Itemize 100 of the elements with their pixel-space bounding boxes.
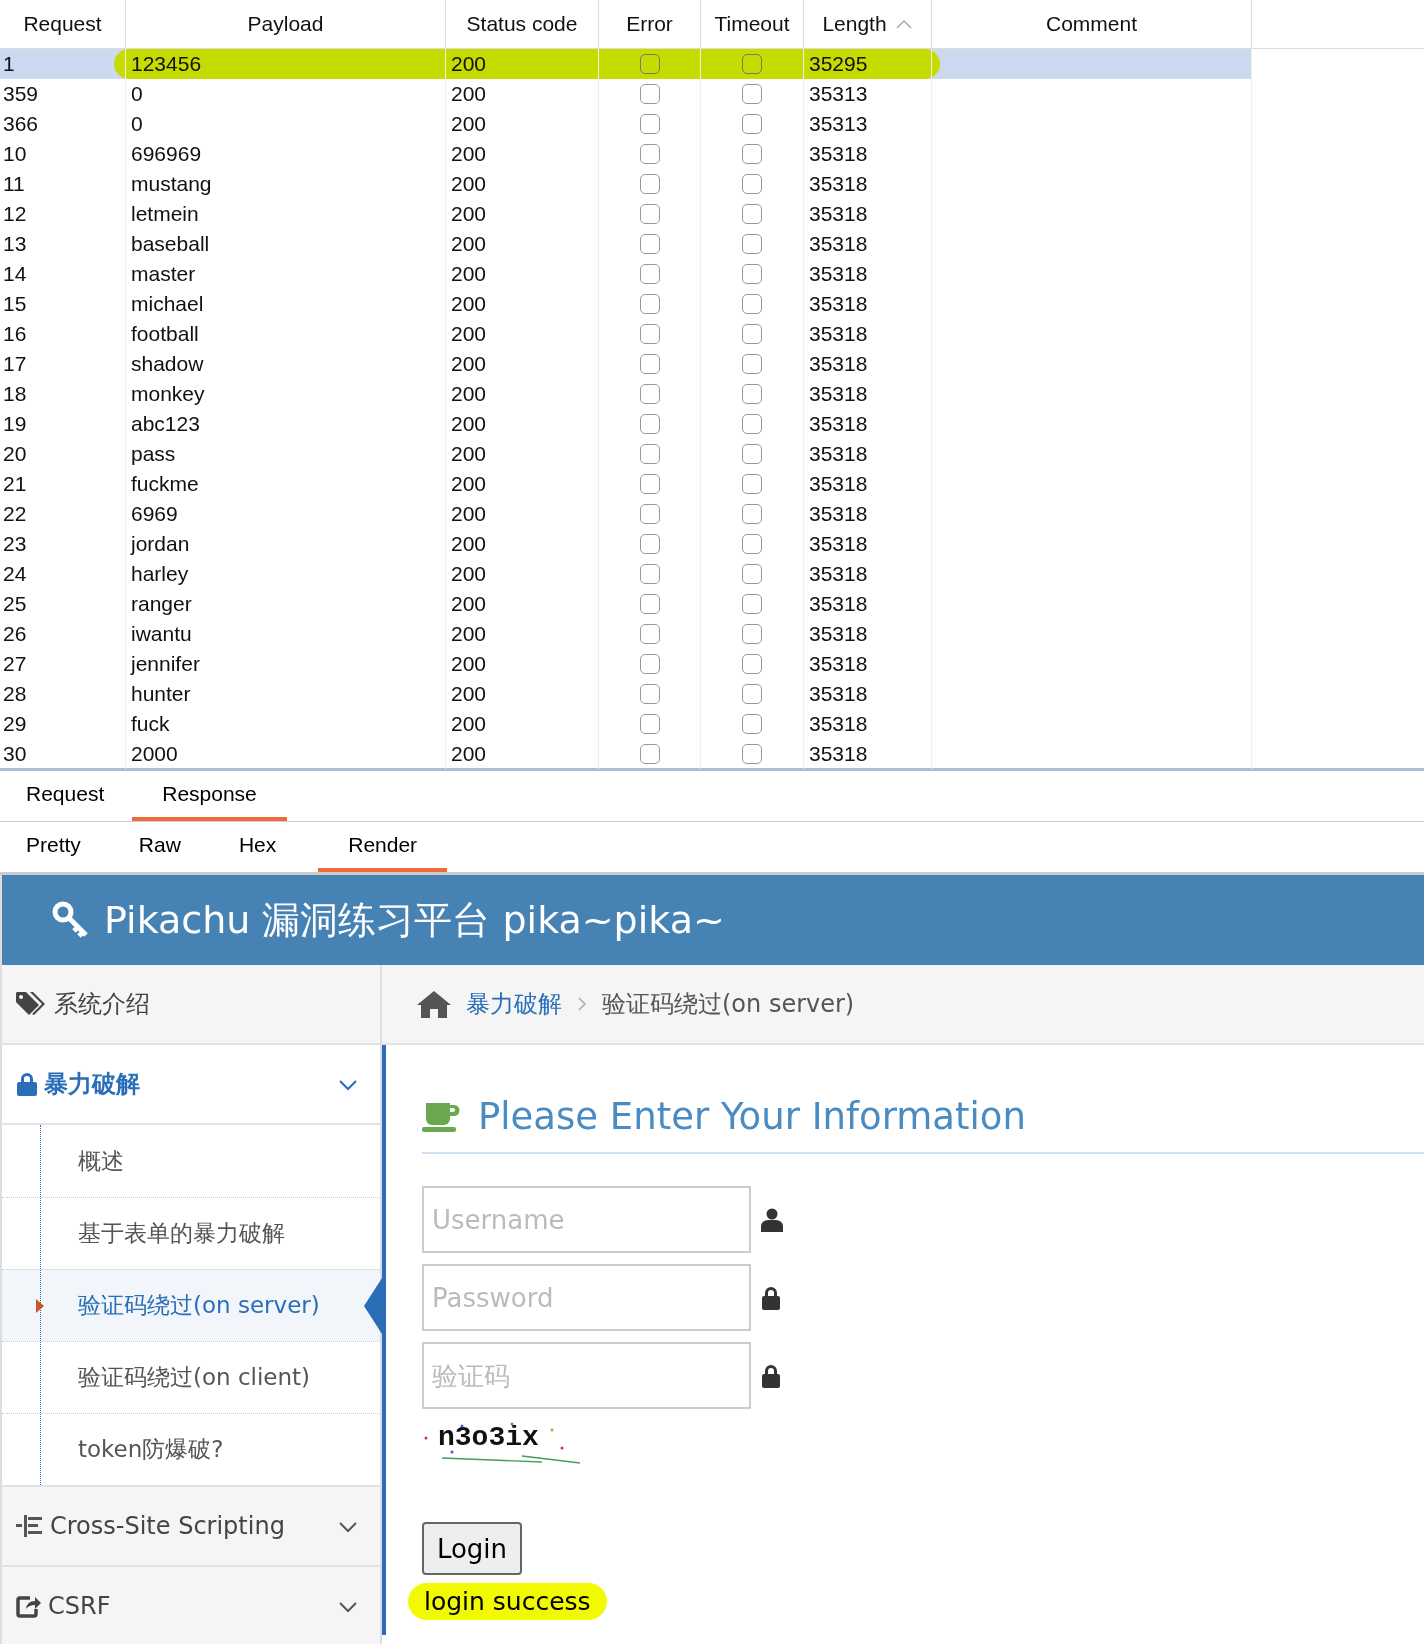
checkbox[interactable] (742, 624, 762, 644)
checkbox[interactable] (639, 624, 660, 644)
checkbox[interactable] (639, 384, 660, 404)
checkbox[interactable] (742, 564, 762, 584)
submenu-item[interactable]: 概述 (2, 1125, 380, 1197)
checkbox[interactable] (639, 84, 660, 104)
input-field[interactable]: 验证码 (422, 1342, 751, 1409)
table-row[interactable]: 25 ranger 200 35318 (0, 589, 1424, 619)
column-header[interactable]: Comment (932, 0, 1252, 48)
checkbox[interactable] (742, 474, 762, 494)
table-cell: ranger (126, 589, 446, 619)
input-field[interactable]: Username (422, 1186, 751, 1253)
table-row[interactable]: 23 jordan 200 35318 (0, 529, 1424, 559)
checkbox[interactable] (639, 444, 660, 464)
table-row[interactable]: 19 abc123 200 35318 (0, 409, 1424, 439)
table-cell: 200 (446, 679, 599, 709)
column-header[interactable]: Length (804, 0, 932, 48)
table-row[interactable]: 26 iwantu 200 35318 (0, 619, 1424, 649)
checkbox[interactable] (742, 54, 762, 74)
table-row[interactable]: 27 jennifer 200 35318 (0, 649, 1424, 679)
checkbox[interactable] (742, 594, 762, 614)
checkbox[interactable] (639, 534, 660, 554)
checkbox[interactable] (639, 144, 660, 164)
table-row[interactable]: 29 fuck 200 35318 (0, 709, 1424, 739)
checkbox[interactable] (639, 594, 660, 614)
table-row[interactable]: 30 2000 200 35318 (0, 739, 1424, 769)
checkbox[interactable] (742, 264, 762, 284)
checkbox[interactable] (742, 114, 762, 134)
table-row[interactable]: 16 football 200 35318 (0, 319, 1424, 349)
table-cell: 35318 (804, 559, 932, 589)
table-cell: 1 (0, 49, 126, 79)
sidebar-item[interactable]: Cross-Site Scripting (2, 1487, 380, 1567)
checkbox[interactable] (742, 444, 762, 464)
table-row[interactable]: 12 letmein 200 35318 (0, 199, 1424, 229)
input-field[interactable]: Password (422, 1264, 751, 1331)
checkbox[interactable] (742, 234, 762, 254)
submenu-item[interactable]: 验证码绕过(on client) (2, 1341, 380, 1413)
tab[interactable]: Raw (122, 822, 197, 872)
checkbox[interactable] (742, 324, 762, 344)
login-button[interactable]: Login (422, 1522, 522, 1575)
checkbox[interactable] (742, 354, 762, 374)
checkbox[interactable] (639, 504, 660, 524)
checkbox[interactable] (639, 744, 660, 764)
checkbox[interactable] (742, 744, 762, 764)
checkbox[interactable] (639, 654, 660, 674)
table-row[interactable]: 22 6969 200 35318 (0, 499, 1424, 529)
checkbox[interactable] (742, 144, 762, 164)
table-row[interactable]: 21 fuckme 200 35318 (0, 469, 1424, 499)
checkbox[interactable] (742, 84, 762, 104)
tab[interactable]: Request (10, 771, 121, 821)
table-row[interactable]: 24 harley 200 35318 (0, 559, 1424, 589)
tab[interactable]: Hex (222, 822, 293, 872)
checkbox[interactable] (742, 534, 762, 554)
checkbox[interactable] (639, 714, 660, 734)
table-row[interactable]: 15 michael 200 35318 (0, 289, 1424, 319)
checkbox[interactable] (742, 294, 762, 314)
table-row[interactable]: 14 master 200 35318 (0, 259, 1424, 289)
column-header[interactable]: Request (0, 0, 126, 48)
table-row[interactable]: 18 monkey 200 35318 (0, 379, 1424, 409)
column-header[interactable]: Timeout (701, 0, 804, 48)
table-row[interactable]: 28 hunter 200 35318 (0, 679, 1424, 709)
column-header[interactable]: Status code (446, 0, 599, 48)
tab[interactable]: Pretty (10, 822, 97, 872)
column-header[interactable]: Error (599, 0, 701, 48)
checkbox[interactable] (742, 204, 762, 224)
checkbox[interactable] (639, 354, 660, 374)
checkbox[interactable] (639, 294, 660, 314)
checkbox[interactable] (639, 114, 660, 134)
submenu-item[interactable]: token防爆破? (2, 1413, 380, 1485)
breadcrumb-link[interactable]: 暴力破解 (466, 988, 562, 1020)
checkbox[interactable] (742, 504, 762, 524)
checkbox[interactable] (639, 264, 660, 284)
checkbox[interactable] (639, 414, 660, 434)
table-cell: 35313 (804, 79, 932, 109)
checkbox[interactable] (639, 174, 660, 194)
checkbox[interactable] (639, 474, 660, 494)
checkbox[interactable] (742, 654, 762, 674)
table-row[interactable]: 17 shadow 200 35318 (0, 349, 1424, 379)
checkbox[interactable] (639, 204, 660, 224)
checkbox[interactable] (639, 54, 660, 74)
checkbox[interactable] (742, 384, 762, 404)
table-row[interactable]: 359 0 200 35313 (0, 79, 1424, 109)
table-row[interactable]: 10 696969 200 35318 (0, 139, 1424, 169)
checkbox[interactable] (742, 174, 762, 194)
checkbox[interactable] (639, 324, 660, 344)
checkbox[interactable] (742, 414, 762, 434)
checkbox[interactable] (742, 714, 762, 734)
sidebar-item[interactable]: 暴力破解 (2, 1045, 380, 1125)
sidebar-item[interactable]: CSRF (2, 1567, 380, 1644)
checkbox[interactable] (639, 234, 660, 254)
checkbox[interactable] (639, 684, 660, 704)
column-header[interactable]: Payload (126, 0, 446, 48)
table-row[interactable]: 366 0 200 35313 (0, 109, 1424, 139)
table-row[interactable]: 1 123456 200 35295 (0, 49, 1252, 79)
table-row[interactable]: 13 baseball 200 35318 (0, 229, 1424, 259)
table-row[interactable]: 11 mustang 200 35318 (0, 169, 1424, 199)
table-row[interactable]: 20 pass 200 35318 (0, 439, 1424, 469)
checkbox[interactable] (742, 684, 762, 704)
checkbox[interactable] (639, 564, 660, 584)
submenu-item[interactable]: 验证码绕过(on server) (2, 1269, 380, 1341)
